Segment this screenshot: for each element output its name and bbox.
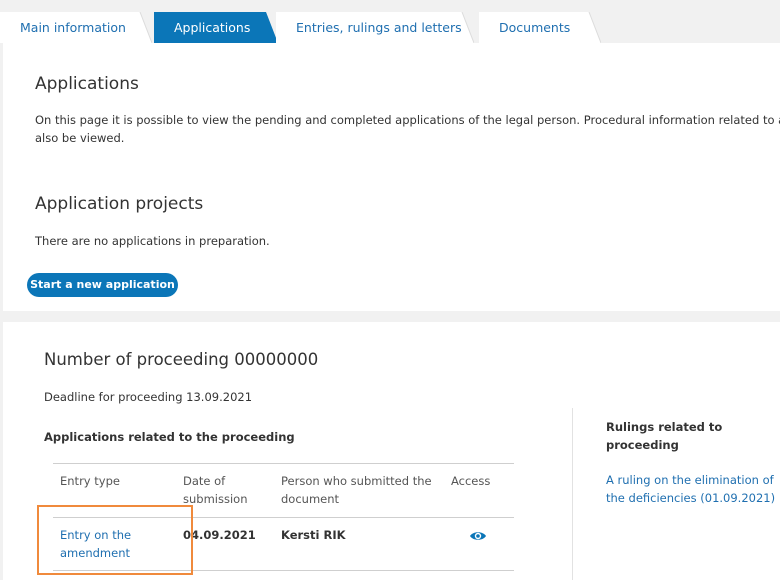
table-bottom-border <box>53 570 514 571</box>
rulings-heading-text: Rulings related to <box>606 420 723 434</box>
column-header-entry-type: Entry type <box>60 472 120 490</box>
tab-main-information[interactable]: Main information <box>0 12 152 43</box>
submission-date: 04.09.2021 <box>183 528 256 542</box>
tab-entries-rulings-letters[interactable]: Entries, rulings and letters <box>276 12 474 43</box>
tab-bar: Main information Applications Entries, r… <box>0 0 780 43</box>
eye-icon[interactable] <box>469 529 487 543</box>
application-projects-title: Application projects <box>35 194 204 214</box>
no-applications-text: There are no applications in preparation… <box>35 234 270 248</box>
column-header-label: Entry type <box>60 474 120 488</box>
table-header-border <box>53 517 514 518</box>
tab-documents[interactable]: Documents <box>479 12 601 43</box>
column-header-label: Person who submitted the <box>281 474 432 488</box>
tab-label: Applications <box>174 20 251 35</box>
applications-description-line2: also be viewed. <box>35 131 125 145</box>
related-applications-label: Applications related to the proceeding <box>44 430 295 444</box>
panel-edge <box>0 43 3 311</box>
entry-type-text: amendment <box>60 546 130 560</box>
column-header-access: Access <box>451 472 490 490</box>
applications-panel: Applications On this page it is possible… <box>0 43 780 311</box>
entry-type-link[interactable]: Entry on the amendment <box>60 526 131 562</box>
column-header-person: Person who submitted the document <box>281 472 432 508</box>
ruling-link[interactable]: A ruling on the elimination of the defic… <box>606 471 776 507</box>
submitter-name: Kersti RIK <box>281 528 346 542</box>
column-divider <box>572 408 573 580</box>
entry-type-text: Entry on the <box>60 528 132 542</box>
proceeding-deadline: Deadline for proceeding 13.09.2021 <box>44 390 253 404</box>
rulings-heading: Rulings related to proceeding <box>606 418 756 454</box>
rulings-heading-text: proceeding <box>606 438 679 452</box>
column-header-label: document <box>281 492 340 506</box>
tab-applications[interactable]: Applications <box>154 12 278 43</box>
tab-label: Entries, rulings and letters <box>296 20 462 35</box>
proceeding-panel: Number of proceeding 00000000 Deadline f… <box>3 322 780 580</box>
applications-title: Applications <box>35 74 139 94</box>
column-header-label: submission <box>183 492 248 506</box>
ruling-link-text: the deficiencies (01.09.2021) <box>606 491 776 505</box>
applications-description-line1: On this page it is possible to view the … <box>35 113 780 127</box>
ruling-link-text: A ruling on the elimination of <box>606 473 774 487</box>
column-header-date: Date of submission <box>183 472 247 508</box>
proceeding-title: Number of proceeding 00000000 <box>44 350 319 369</box>
column-header-label: Access <box>451 474 491 488</box>
tab-label: Main information <box>20 20 126 35</box>
start-new-application-button[interactable]: Start a new application <box>27 273 178 297</box>
tab-label: Documents <box>499 20 571 35</box>
column-header-label: Date of <box>183 474 226 488</box>
table-top-border <box>53 463 514 464</box>
